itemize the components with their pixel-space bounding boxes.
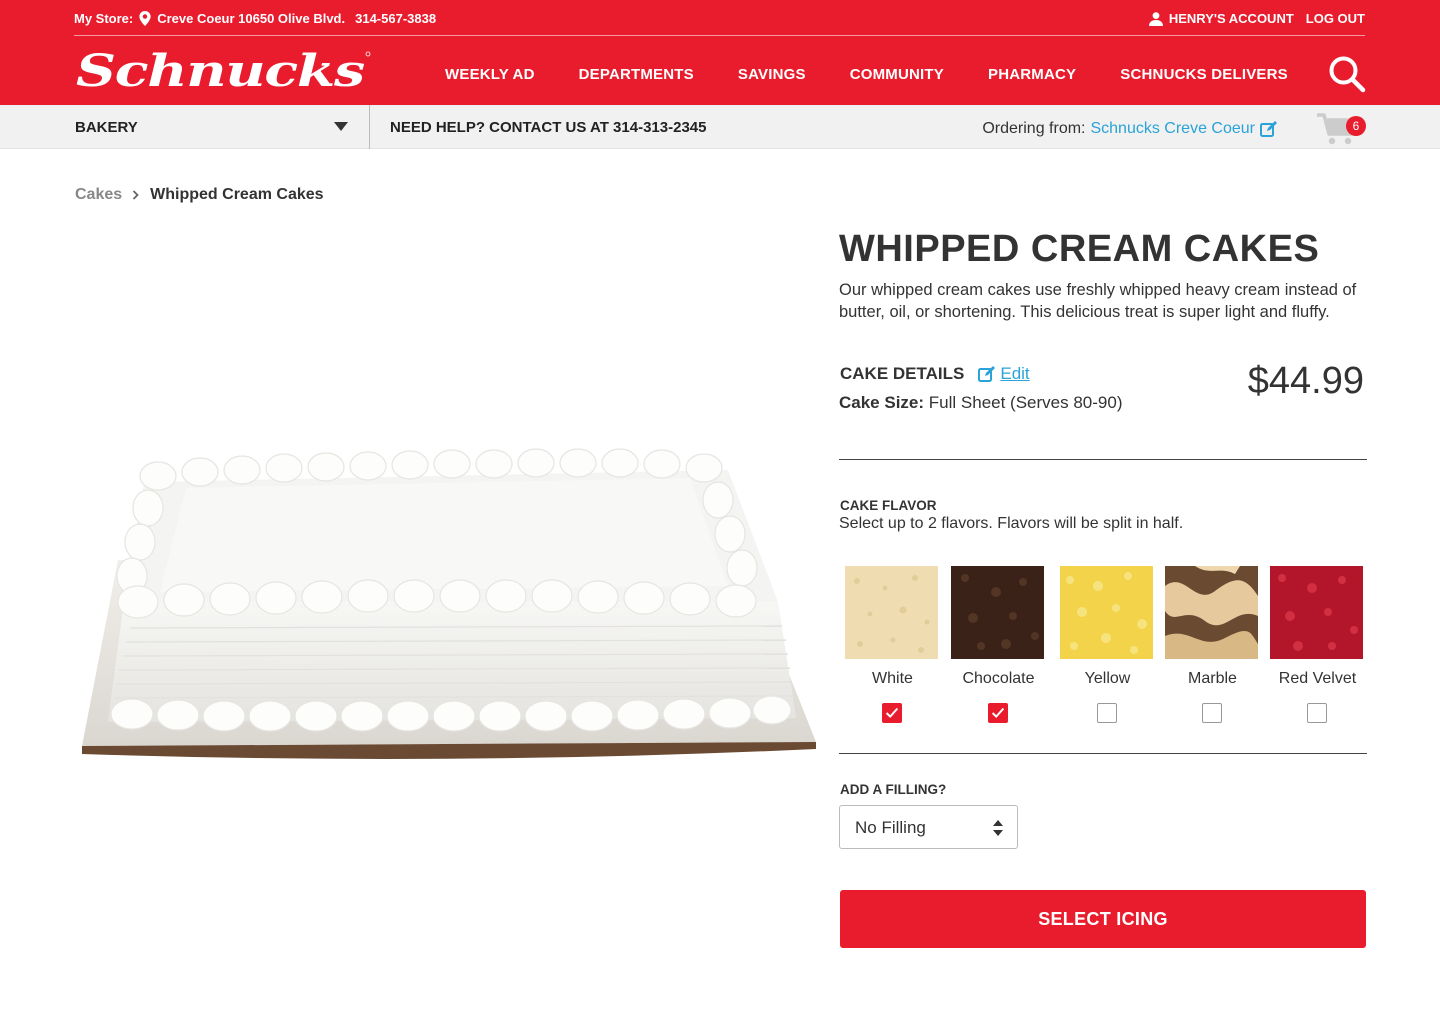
marble-cake-swatch[interactable]: [1165, 566, 1258, 659]
chocolate-cake-swatch[interactable]: [951, 566, 1044, 659]
filling-heading: ADD A FILLING?: [840, 782, 947, 797]
ordering-from: Ordering from: Schnucks Creve Coeur: [982, 120, 1278, 138]
cake-details-header: CAKE DETAILS Edit: [840, 364, 1030, 384]
utility-bar: My Store: Creve Coeur 10650 Olive Blvd. …: [74, 0, 1365, 36]
section-divider: [839, 459, 1367, 460]
flavor-checkbox-white[interactable]: [882, 703, 902, 723]
nav-departments[interactable]: DEPARTMENTS: [579, 66, 694, 83]
search-icon[interactable]: [1328, 55, 1366, 93]
cake-size-label: Cake Size:: [839, 393, 925, 412]
breadcrumb-parent-link[interactable]: Cakes: [75, 186, 122, 204]
my-store-label: My Store:: [74, 11, 134, 26]
department-label: BAKERY: [75, 119, 138, 136]
nav-savings[interactable]: SAVINGS: [738, 66, 806, 83]
cake-size-value: Full Sheet (Serves 80-90): [928, 393, 1123, 412]
user-icon: [1148, 11, 1163, 26]
flavor-checkbox-chocolate[interactable]: [988, 703, 1008, 723]
flavor-option-white[interactable]: White: [845, 566, 940, 723]
edit-details-link[interactable]: Edit: [1000, 364, 1029, 384]
section-divider: [839, 753, 1367, 754]
location-pin-icon: [139, 11, 151, 26]
red-velvet-cake-swatch[interactable]: [1270, 566, 1363, 659]
nav-schnucks-delivers[interactable]: SCHNUCKS DELIVERS: [1120, 66, 1288, 83]
flavor-checkbox-marble[interactable]: [1202, 703, 1222, 723]
flavor-label-red-velvet: Red Velvet: [1278, 670, 1357, 687]
account-link[interactable]: HENRY'S ACCOUNT: [1169, 11, 1294, 26]
select-arrows-icon: [993, 820, 1003, 836]
cake-flavor-instructions: Select up to 2 flavors. Flavors will be …: [839, 515, 1184, 532]
account-links: HENRY'S ACCOUNT LOG OUT: [1148, 11, 1365, 26]
flavor-label-chocolate: Chocolate: [962, 670, 1035, 687]
ordering-label: Ordering from:: [982, 120, 1086, 137]
breadcrumb: Cakes Whipped Cream Cakes: [75, 186, 324, 204]
help-contact: NEED HELP? CONTACT US AT 314-313-2345: [390, 119, 707, 136]
cake-flavor-heading: CAKE FLAVOR: [840, 498, 937, 513]
flavor-option-chocolate[interactable]: Chocolate: [951, 566, 1046, 723]
my-store-info[interactable]: My Store: Creve Coeur 10650 Olive Blvd. …: [74, 11, 436, 26]
nav-weekly-ad[interactable]: WEEKLY AD: [445, 66, 535, 83]
flavor-option-marble[interactable]: Marble: [1165, 566, 1260, 723]
flavor-checkbox-yellow[interactable]: [1097, 703, 1117, 723]
department-dropdown[interactable]: BAKERY: [75, 105, 370, 149]
cake-details-label: CAKE DETAILS: [840, 364, 965, 383]
white-cake-swatch[interactable]: [845, 566, 938, 659]
yellow-cake-swatch[interactable]: [1060, 566, 1153, 659]
cake-size: Cake Size: Full Sheet (Serves 80-90): [839, 393, 1122, 413]
flavor-label-yellow: Yellow: [1084, 670, 1131, 687]
breadcrumb-current: Whipped Cream Cakes: [150, 186, 324, 203]
filling-selected-value: No Filling: [855, 818, 926, 837]
store-phone[interactable]: 314-567-3838: [355, 11, 436, 26]
product-image: [82, 448, 816, 759]
edit-icon[interactable]: [978, 366, 996, 382]
flavor-label-marble: Marble: [1188, 670, 1237, 687]
flavor-option-red-velvet[interactable]: Red Velvet: [1270, 566, 1365, 723]
product-price: $44.99: [1247, 360, 1364, 402]
schnucks-logo[interactable]: Schnucks: [74, 48, 374, 94]
logo-wordmark: Schnucks: [76, 48, 364, 94]
edit-icon[interactable]: [1260, 121, 1278, 137]
site-header: My Store: Creve Coeur 10650 Olive Blvd. …: [0, 0, 1440, 105]
checkmark-icon: [885, 707, 899, 719]
ordering-store-link[interactable]: Schnucks Creve Coeur: [1090, 120, 1255, 138]
chevron-right-icon: [133, 190, 139, 200]
select-icing-button[interactable]: SELECT ICING: [840, 890, 1366, 948]
secondary-bar: BAKERY NEED HELP? CONTACT US AT 314-313-…: [0, 105, 1440, 149]
logout-link[interactable]: LOG OUT: [1306, 11, 1365, 26]
flavor-label-white: White: [872, 670, 913, 687]
chevron-down-icon: [334, 122, 348, 131]
flavor-checkbox-red-velvet[interactable]: [1307, 703, 1327, 723]
nav-pharmacy[interactable]: PHARMACY: [988, 66, 1076, 83]
main-nav: WEEKLY AD DEPARTMENTS SAVINGS COMMUNITY …: [445, 66, 1288, 83]
cart-count-badge: 6: [1346, 116, 1366, 136]
store-location: Creve Coeur 10650 Olive Blvd.: [157, 11, 346, 26]
product-description: Our whipped cream cakes use freshly whip…: [839, 281, 1357, 321]
flavor-option-yellow[interactable]: Yellow: [1060, 566, 1155, 723]
product-title: WHIPPED CREAM CAKES: [839, 228, 1320, 270]
flavor-options: White Chocolate Yellow Marble Red Velvet: [845, 566, 1365, 726]
filling-select[interactable]: No Filling: [839, 805, 1018, 849]
checkmark-icon: [991, 707, 1005, 719]
nav-community[interactable]: COMMUNITY: [850, 66, 944, 83]
